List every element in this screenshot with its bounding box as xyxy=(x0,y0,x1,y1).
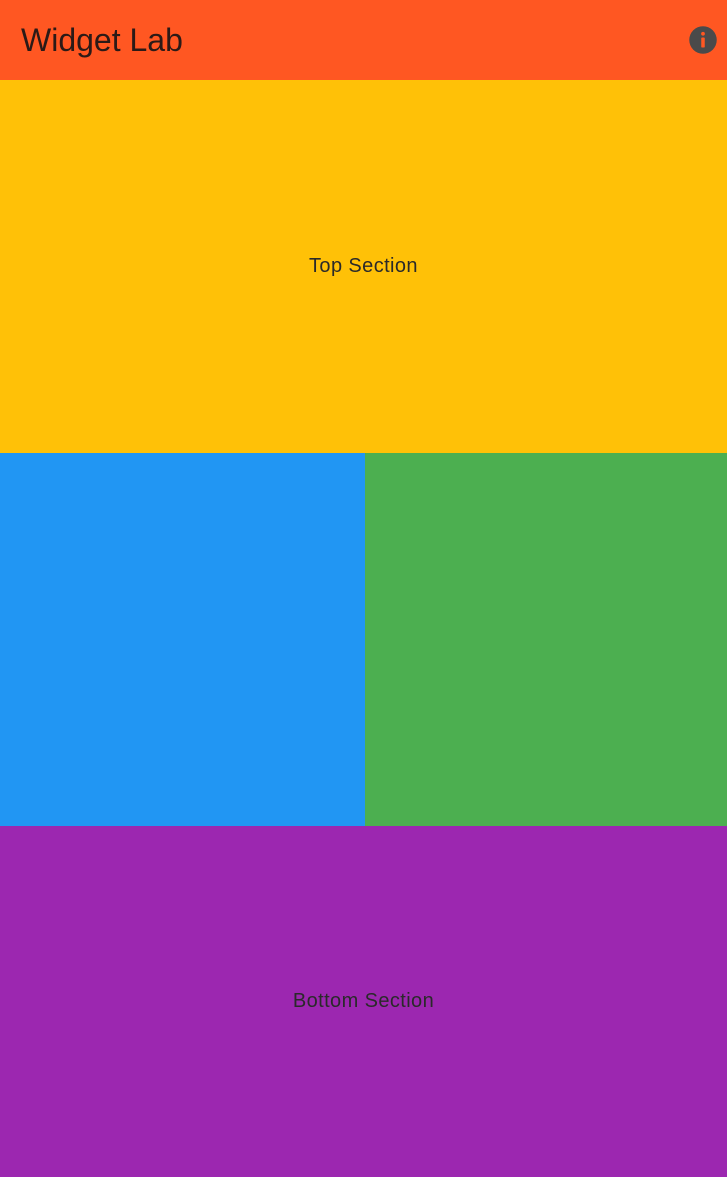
middle-row xyxy=(0,453,727,826)
middle-right-panel xyxy=(365,453,727,826)
info-button[interactable] xyxy=(687,24,719,56)
app-root: Widget Lab Top Section Bottom Section xyxy=(0,0,727,1177)
bottom-section: Bottom Section xyxy=(0,826,727,1177)
top-section: Top Section xyxy=(0,80,727,453)
bottom-section-label: Bottom Section xyxy=(292,990,435,1012)
app-title: Widget Lab xyxy=(21,21,183,58)
info-icon xyxy=(689,26,717,54)
app-bar: Widget Lab xyxy=(0,0,727,80)
middle-left-panel xyxy=(0,453,365,826)
top-section-label: Top Section xyxy=(309,255,418,277)
